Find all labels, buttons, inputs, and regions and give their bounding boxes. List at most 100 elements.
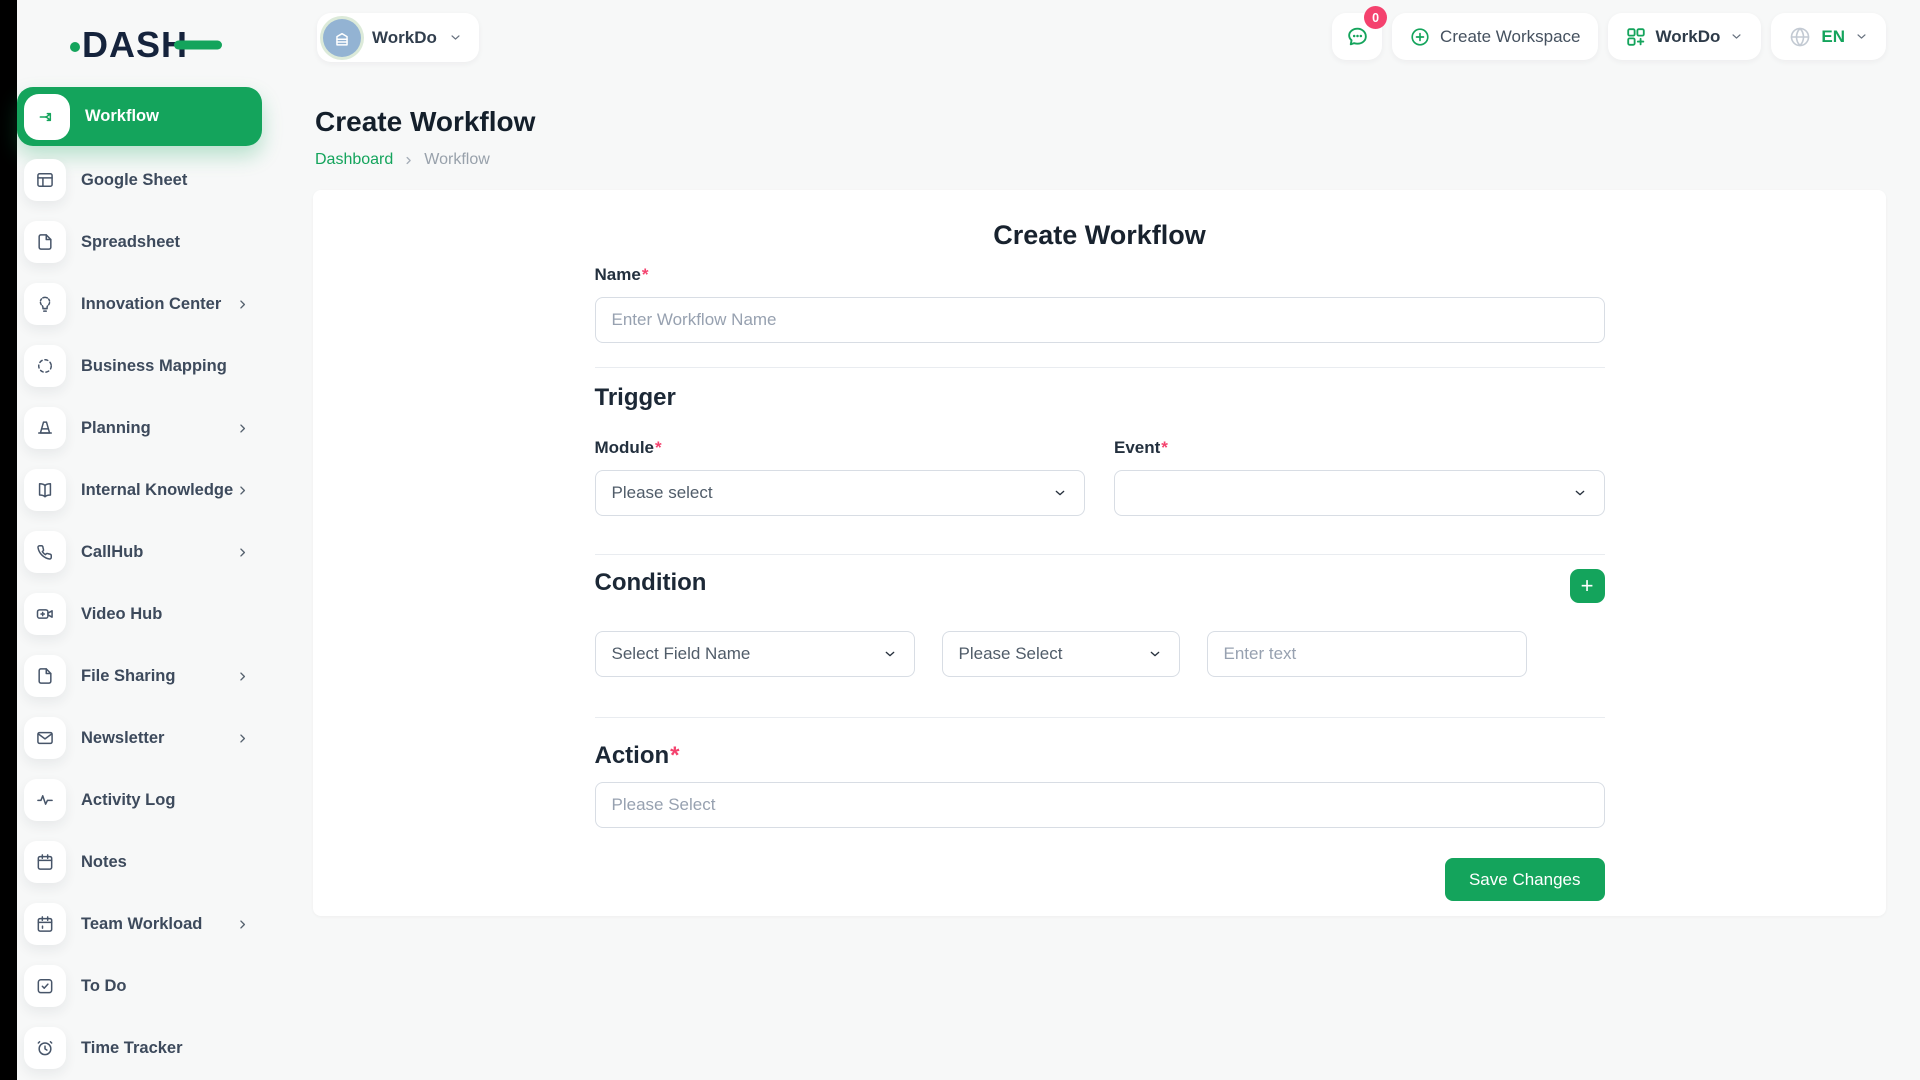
workflow-name-input[interactable] <box>595 297 1605 343</box>
messages-button[interactable]: 0 <box>1332 13 1382 60</box>
grid-plus-icon <box>1625 26 1647 48</box>
sidebar-item-spreadsheet[interactable]: Spreadsheet <box>17 221 262 263</box>
action-heading: Action* <box>595 742 1605 770</box>
sidebar-item-label: Workflow <box>85 107 159 126</box>
sidebar-item-label: Team Workload <box>81 915 202 934</box>
divider <box>595 717 1605 718</box>
action-select-input[interactable] <box>595 782 1605 828</box>
sidebar-item-time-tracker[interactable]: Time Tracker <box>17 1027 262 1069</box>
lightbulb-icon <box>24 283 66 325</box>
sidebar-item-notes[interactable]: Notes <box>17 841 262 883</box>
sidebar: DASH Workflow Google Sheet Spreadsheet Inno… <box>17 0 265 1080</box>
sidebar-item-planning[interactable]: Planning <box>17 407 262 449</box>
sidebar-item-label: To Do <box>81 977 127 996</box>
condition-heading: Condition <box>595 569 707 597</box>
cone-icon <box>24 407 66 449</box>
sidebar-item-newsletter[interactable]: Newsletter <box>17 717 262 759</box>
required-asterisk: * <box>655 438 662 457</box>
chevron-down-icon <box>1147 646 1163 662</box>
account-menu[interactable]: WorkDo <box>1608 13 1762 60</box>
required-asterisk: * <box>1161 438 1168 457</box>
chat-bubble-icon <box>1345 24 1370 49</box>
chevron-right-icon <box>235 297 250 312</box>
module-select[interactable]: Please select <box>595 470 1086 516</box>
add-condition-button[interactable]: + <box>1570 569 1605 603</box>
calendar-icon <box>24 841 66 883</box>
notification-badge: 0 <box>1364 6 1387 29</box>
chevron-down-icon <box>1572 485 1588 501</box>
workspace-avatar <box>323 19 361 57</box>
chevron-right-icon <box>235 917 250 932</box>
logo-text: DAS <box>82 24 161 65</box>
sidebar-item-label: Planning <box>81 419 151 438</box>
alarm-clock-icon <box>24 1027 66 1069</box>
sidebar-item-label: Innovation Center <box>81 295 221 314</box>
condition-operator-select[interactable]: Please Select <box>942 631 1180 677</box>
event-label: Event* <box>1114 438 1605 458</box>
module-label: Module* <box>595 438 1086 458</box>
required-asterisk: * <box>670 742 679 769</box>
sidebar-item-internal-knowledge[interactable]: Internal Knowledge <box>17 469 262 511</box>
sidebar-item-to-do[interactable]: To Do <box>17 965 262 1007</box>
sidebar-item-team-workload[interactable]: Team Workload <box>17 903 262 945</box>
sidebar-item-business-mapping[interactable]: Business Mapping <box>17 345 262 387</box>
condition-text-input[interactable] <box>1207 631 1527 677</box>
sidebar-item-activity-log[interactable]: Activity Log <box>17 779 262 821</box>
save-changes-button[interactable]: Save Changes <box>1445 858 1605 901</box>
language-code: EN <box>1821 27 1845 47</box>
event-select[interactable] <box>1114 470 1605 516</box>
chevron-down-icon <box>1854 29 1869 44</box>
sidebar-item-workflow[interactable]: Workflow <box>17 87 262 146</box>
chevron-right-icon <box>235 545 250 560</box>
language-selector[interactable]: EN <box>1771 13 1886 60</box>
sidebar-item-label: Internal Knowledge <box>81 481 233 500</box>
envelope-icon <box>24 717 66 759</box>
sidebar-item-label: Google Sheet <box>81 171 187 190</box>
app-logo[interactable]: DASH <box>70 24 260 66</box>
globe-icon <box>1788 25 1812 49</box>
condition-field-select[interactable]: Select Field Name <box>595 631 915 677</box>
form-title: Create Workflow <box>595 220 1605 251</box>
sidebar-item-label: Time Tracker <box>81 1039 183 1058</box>
open-book-icon <box>24 469 66 511</box>
chevron-down-icon <box>1052 485 1068 501</box>
sidebar-item-label: Spreadsheet <box>81 233 180 252</box>
chevron-right-icon <box>402 154 415 167</box>
plus-circle-icon <box>1409 26 1431 48</box>
sidebar-item-video-hub[interactable]: Video Hub <box>17 593 262 635</box>
sidebar-item-label: Video Hub <box>81 605 162 624</box>
required-asterisk: * <box>642 265 649 284</box>
top-bar-actions: 0 Create Workspace WorkDo EN <box>1332 13 1886 60</box>
logo-dash <box>174 41 222 50</box>
chevron-right-icon <box>235 421 250 436</box>
condition-field-value: Select Field Name <box>612 644 751 664</box>
sidebar-item-file-sharing[interactable]: File Sharing <box>17 655 262 697</box>
create-workspace-button[interactable]: Create Workspace <box>1392 13 1597 60</box>
module-select-value: Please select <box>612 483 713 503</box>
sidebar-item-label: File Sharing <box>81 667 175 686</box>
file-icon <box>24 221 66 263</box>
sidebar-item-label: Business Mapping <box>81 357 227 376</box>
chevron-right-icon <box>235 669 250 684</box>
calendar-mark-icon <box>24 903 66 945</box>
window-edge-strip <box>0 0 17 1080</box>
check-square-icon <box>24 965 66 1007</box>
page-title: Create Workflow <box>315 106 535 138</box>
chevron-down-icon <box>448 30 463 45</box>
workflow-icon <box>24 94 70 140</box>
sidebar-item-label: CallHub <box>81 543 143 562</box>
chevron-down-icon <box>1729 29 1744 44</box>
sidebar-item-callhub[interactable]: CallHub <box>17 531 262 573</box>
sidebar-item-innovation-center[interactable]: Innovation Center <box>17 283 262 325</box>
logo-dot <box>70 42 80 52</box>
event-field: Event* <box>1114 438 1605 516</box>
divider <box>595 554 1605 555</box>
breadcrumb-dashboard-link[interactable]: Dashboard <box>315 151 393 169</box>
video-camera-icon <box>24 593 66 635</box>
workspace-switcher[interactable]: WorkDo <box>317 13 479 62</box>
page-head: Create Workflow Dashboard Workflow <box>315 106 535 169</box>
dashed-circle-icon <box>24 345 66 387</box>
sidebar-item-label: Notes <box>81 853 127 872</box>
account-name: WorkDo <box>1656 27 1721 47</box>
sidebar-item-google-sheet[interactable]: Google Sheet <box>17 159 262 201</box>
